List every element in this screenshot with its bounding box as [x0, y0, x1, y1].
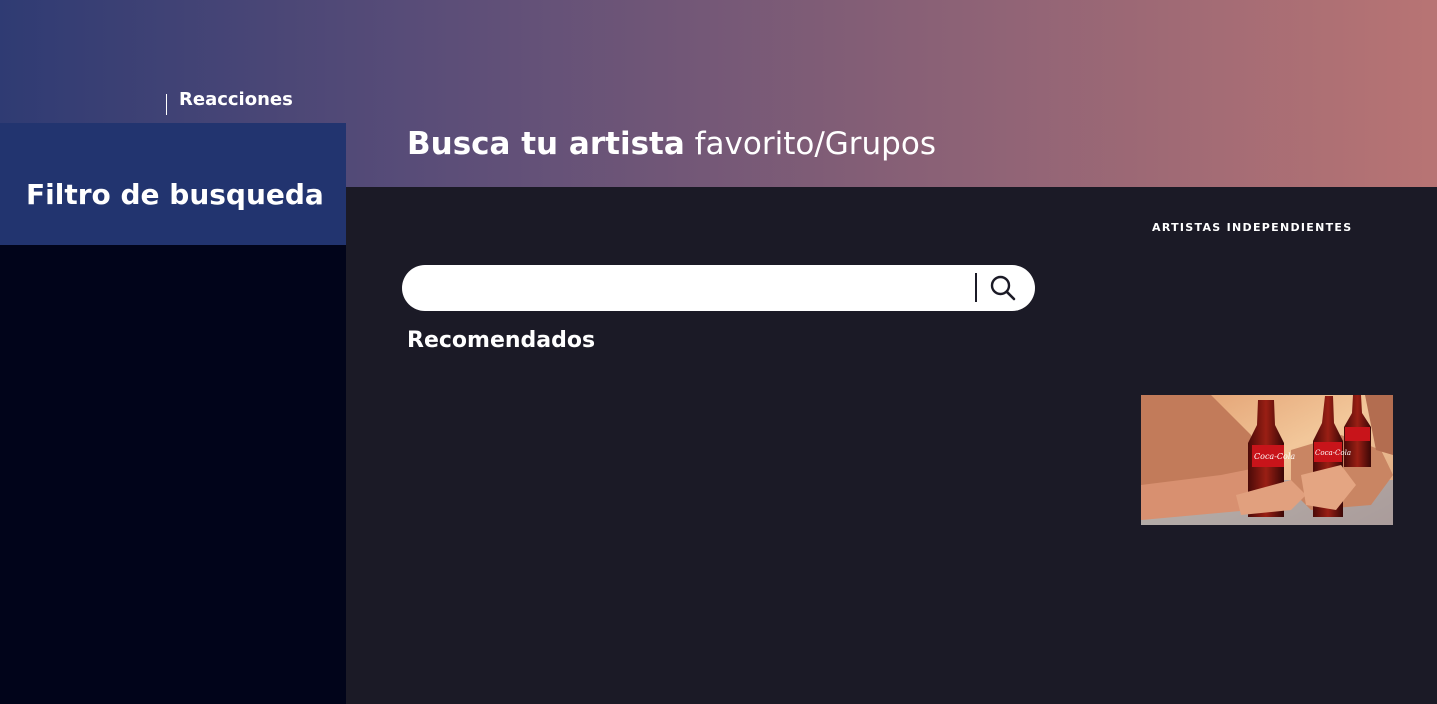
search-divider	[975, 273, 977, 302]
search-icon	[990, 275, 1016, 301]
search-button[interactable]	[984, 271, 1022, 305]
nav-divider	[166, 94, 167, 115]
promo-illustration: Coca-Cola Coca-Cola	[1141, 395, 1393, 525]
page-title: Busca tu artista favorito/Grupos	[407, 126, 936, 162]
svg-text:Coca-Cola: Coca-Cola	[1315, 449, 1351, 457]
section-label-independent-artists: ARTISTAS INDEPENDIENTES	[1152, 221, 1353, 234]
page-title-prefix: Busca tu	[407, 126, 569, 162]
sidebar-header: Filtro de busqueda	[0, 123, 346, 245]
svg-text:Coca-Cola: Coca-Cola	[1254, 452, 1295, 461]
page-title-emphasis: artista	[568, 126, 685, 162]
nav-link-reacciones[interactable]: Reacciones	[179, 89, 293, 110]
sidebar: Filtro de busqueda	[0, 123, 346, 704]
sidebar-title: Filtro de busqueda	[26, 178, 324, 211]
search-bar	[402, 265, 1035, 311]
promo-image[interactable]: Coca-Cola Coca-Cola	[1141, 395, 1393, 525]
recommended-heading: Recomendados	[407, 328, 596, 353]
search-input[interactable]	[420, 271, 968, 305]
page-title-suffix: favorito/Grupos	[684, 126, 936, 162]
